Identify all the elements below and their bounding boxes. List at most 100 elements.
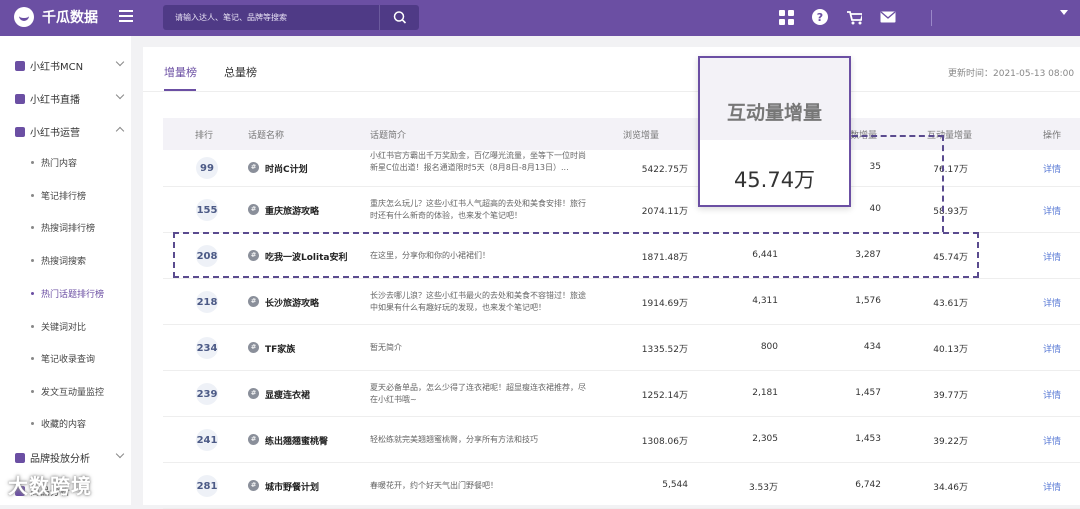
sidebar-item-live[interactable]: 小红书直播 — [15, 90, 125, 106]
interaction-cell: 40.13万 — [933, 345, 968, 355]
sidebar-item-mcn[interactable]: 小红书MCN — [15, 57, 125, 73]
mail-icon[interactable] — [880, 9, 896, 25]
sidebar-item-brand[interactable]: 品牌投放分析 — [15, 449, 125, 465]
metric-cell: 2,305 — [752, 434, 778, 444]
connector-dashed-line — [942, 135, 944, 232]
topic-name[interactable]: 城市野餐计划 — [265, 480, 319, 493]
metric-cell: 1,453 — [855, 434, 881, 444]
interaction-cell: 43.61万 — [933, 299, 968, 309]
sidebar-item-label: 小红书直播 — [30, 95, 80, 106]
header-rank: 排行 — [195, 131, 214, 141]
user-dropdown-icon[interactable] — [1060, 10, 1068, 15]
metric-cell: 434 — [863, 342, 881, 352]
apps-grid-icon[interactable] — [778, 9, 794, 25]
update-time: 更新时间：2021-05-13 08:00 — [948, 69, 1075, 79]
detail-link[interactable]: 详情 — [1043, 434, 1061, 447]
views-cell: 1252.14万 — [641, 391, 688, 401]
sidebar-subitem[interactable]: 热搜词排行榜 — [31, 221, 95, 234]
header-action: 操作 — [1043, 131, 1062, 141]
topic-name[interactable]: 重庆旅游攻略 — [265, 204, 319, 217]
table-row: 241 # 练出翘翘蜜桃臀 轻松练就完美翘翘蜜桃臀，分享所有方法和技巧 1308… — [163, 417, 1080, 463]
detail-link[interactable]: 详情 — [1043, 388, 1061, 401]
topic-desc: 轻松练就完美翘翘蜜桃臀，分享所有方法和技巧 — [370, 435, 538, 444]
sidebar-subitem[interactable]: 热门内容 — [31, 156, 77, 169]
chart-icon — [15, 452, 25, 463]
search-box — [163, 5, 419, 30]
menu-toggle-icon[interactable] — [119, 10, 133, 24]
hashtag-icon: # — [248, 388, 259, 399]
sidebar-subitem-active[interactable]: 热门话题排行榜 — [31, 287, 104, 300]
chat-icon — [15, 126, 25, 137]
video-icon — [15, 93, 25, 104]
metric-cell: 2,181 — [752, 388, 778, 398]
logo-icon — [14, 7, 34, 27]
sidebar: 小红书MCN 小红书直播 小红书运营 热门内容 笔记排行榜 热搜词排行榜 热搜词… — [0, 36, 131, 505]
views-cell: 1914.69万 — [641, 299, 688, 309]
views-cell: 5,544 — [662, 480, 688, 490]
topic-name[interactable]: TF家族 — [265, 342, 295, 355]
rank-badge: 218 — [196, 291, 218, 313]
topic-name[interactable]: 显瘦连衣裙 — [265, 388, 310, 401]
rank-badge: 239 — [196, 383, 218, 405]
topic-name[interactable]: 练出翘翘蜜桃臀 — [265, 434, 328, 447]
rank-badge: 241 — [196, 429, 218, 451]
hashtag-icon: # — [248, 480, 259, 491]
hashtag-icon: # — [248, 162, 259, 173]
interaction-cell: 39.77万 — [933, 391, 968, 401]
rank-badge: 234 — [196, 337, 218, 359]
hashtag-icon: # — [248, 342, 259, 353]
topic-name[interactable]: 长沙旅游攻略 — [265, 296, 319, 309]
search-button[interactable] — [379, 5, 419, 30]
tab-increment[interactable]: 增量榜 — [164, 64, 197, 80]
sidebar-item-label: 小红书运营 — [30, 128, 80, 139]
sidebar-subitem[interactable]: 发文互动量监控 — [31, 385, 104, 398]
detail-link[interactable]: 详情 — [1043, 204, 1061, 217]
sidebar-subitem[interactable]: 关键词对比 — [31, 320, 86, 333]
topic-desc: 小红书官方霸出千万奖励金，百亿曝光流量，坐等下一位时尚新星C位出道！报名通道限时… — [370, 151, 586, 172]
sidebar-item-label: 品牌投放分析 — [30, 454, 90, 465]
detail-link[interactable]: 详情 — [1043, 296, 1061, 309]
table-row: 234 # TF家族 暂无简介 1335.52万 800 434 40.13万 … — [163, 325, 1080, 371]
logo-text: 千瓜数据 — [42, 10, 98, 26]
help-icon[interactable]: ? — [812, 9, 828, 25]
hashtag-icon: # — [248, 434, 259, 445]
chevron-down-icon — [115, 90, 125, 100]
table-row: 239 # 显瘦连衣裙 夏天必备单品，怎么少得了连衣裙呢！超显瘦连衣裙推荐，尽在… — [163, 371, 1080, 417]
detail-link[interactable]: 详情 — [1043, 342, 1061, 355]
connector-dashed-line — [852, 135, 944, 137]
sidebar-subitem[interactable]: 笔记排行榜 — [31, 189, 86, 202]
topic-name[interactable]: 时尚C计划 — [265, 162, 308, 175]
logo[interactable]: 千瓜数据 — [14, 7, 98, 27]
views-cell: 1308.06万 — [641, 437, 688, 447]
metric-cell: 1,576 — [855, 296, 881, 306]
interaction-cell: 76.17万 — [933, 165, 968, 175]
cart-icon[interactable] — [846, 9, 862, 25]
chevron-down-icon — [115, 57, 125, 67]
header-views: 浏览增量 — [623, 131, 660, 141]
topic-desc: 重庆怎么玩儿？这些小红书人气超高的去处和美食安排！旅行时还有什么新奇的体验，也来… — [370, 199, 586, 220]
metric-cell: 4,311 — [752, 296, 778, 306]
sidebar-subitem[interactable]: 笔记收录查询 — [31, 352, 95, 365]
interaction-cell: 58.93万 — [933, 207, 968, 217]
metric-cell: 3.53万 — [748, 483, 778, 493]
interaction-cell: 34.46万 — [933, 483, 968, 493]
callout-popup: 互动量增量 45.74万 — [698, 56, 851, 207]
search-input[interactable] — [163, 5, 379, 30]
detail-link[interactable]: 详情 — [1043, 250, 1061, 263]
hashtag-icon: # — [248, 204, 259, 215]
rank-badge: 99 — [196, 157, 218, 179]
detail-link[interactable]: 详情 — [1043, 162, 1061, 175]
navbar-divider — [931, 10, 932, 26]
chevron-up-icon — [115, 126, 125, 136]
sidebar-item-operations[interactable]: 小红书运营 — [15, 124, 125, 139]
detail-link[interactable]: 详情 — [1043, 480, 1061, 493]
sidebar-subitem[interactable]: 收藏的内容 — [31, 417, 86, 430]
tab-total[interactable]: 总量榜 — [224, 64, 257, 80]
chevron-down-icon — [115, 449, 125, 459]
metric-cell: 1,457 — [855, 388, 881, 398]
views-cell: 1335.52万 — [641, 345, 688, 355]
topic-desc: 长沙去哪儿浪？这些小红书最火的去处和美食不容错过！旅途中如果有什么有趣好玩的发现… — [370, 291, 586, 312]
tab-divider — [143, 91, 1080, 92]
sidebar-subitem[interactable]: 热搜词搜索 — [31, 254, 86, 267]
views-cell: 2074.11万 — [641, 207, 688, 217]
